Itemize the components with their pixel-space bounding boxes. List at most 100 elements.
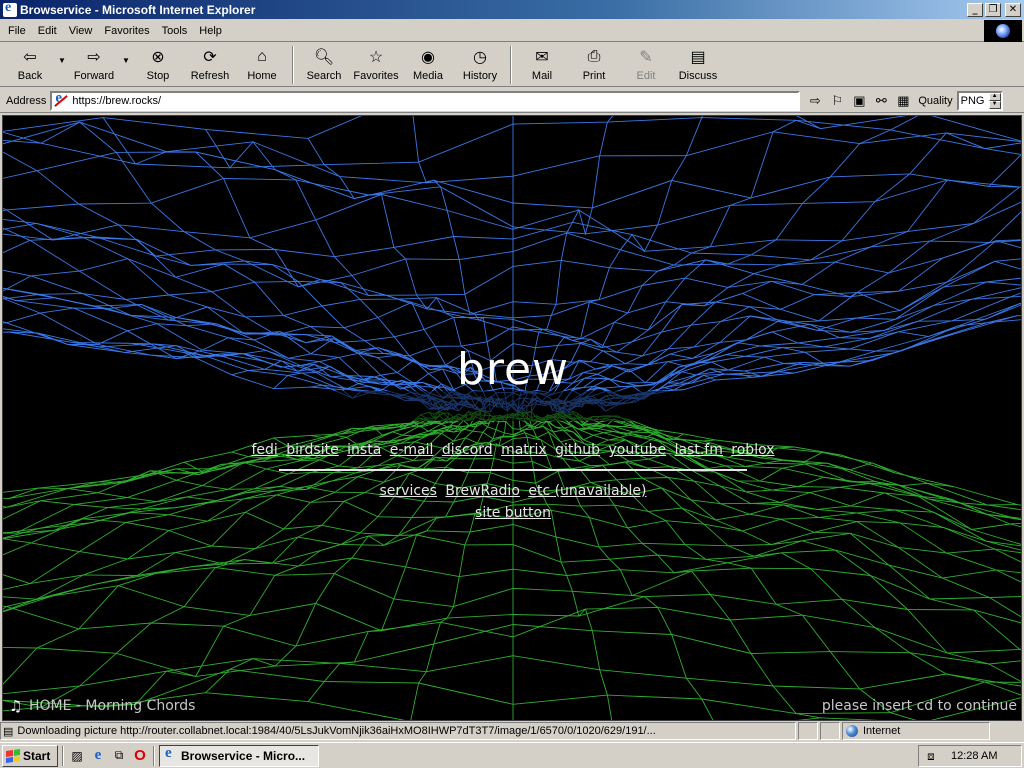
ie-window: Browservice - Microsoft Internet Explore… [0,0,1024,742]
media-icon: ◉ [421,49,435,66]
find-binoculars-icon[interactable]: ⚯ [872,92,890,110]
link-insta[interactable]: insta [347,442,381,458]
forward-dropdown[interactable]: ▼ [120,44,132,86]
maximize-button[interactable]: ❐ [985,2,1001,17]
forward-button[interactable]: ⇨ Forward [68,44,120,86]
wireframe-terrain-background [3,116,1021,720]
system-tray: ⧈ 12:28 AM [918,745,1022,767]
start-button[interactable]: Start [2,744,58,767]
service-links: services BrewRadio etc (unavailable) [3,483,1021,499]
mail-icon: ✉ [535,49,549,66]
edit-button[interactable]: ✎ Edit [620,44,672,86]
address-url: https://brew.rocks/ [72,94,162,107]
back-button[interactable]: ⇦ Back [4,44,56,86]
quality-down-icon[interactable]: ▼ [988,100,1001,109]
link-birdsite[interactable]: birdsite [286,442,338,458]
link-lastfm[interactable]: last.fm [675,442,723,458]
ie-launch-icon[interactable]: e [89,747,107,765]
close-button[interactable]: ✕ [1005,2,1021,17]
show-desktop-icon[interactable]: ▨ [68,747,86,765]
history-button[interactable]: ◷ History [454,44,506,86]
status-bar: ▤ Downloading picture http://router.coll… [0,722,1024,740]
refresh-icon: ⟳ [203,49,217,66]
go-arrow-icon[interactable]: ⇨ [806,92,824,110]
back-dropdown[interactable]: ▼ [56,44,68,86]
title-bar[interactable]: Browservice - Microsoft Internet Explore… [0,0,1024,19]
forward-arrow-icon: ⇨ [87,49,101,66]
windows-logo-icon [6,748,20,763]
stop-icon: ⊗ [151,49,165,66]
link-roblox[interactable]: roblox [731,442,774,458]
menu-bar: File Edit View Favorites Tools Help [0,20,1024,42]
favorites-button[interactable]: ☆ Favorites [350,44,402,86]
bookmark-icon[interactable]: ⚐ [828,92,846,110]
address-input[interactable]: https://brew.rocks/ [50,90,801,111]
network-status-icon[interactable]: ⧈ [923,748,939,764]
menu-help[interactable]: Help [193,21,228,41]
media-button[interactable]: ◉ Media [402,44,454,86]
link-email[interactable]: e-mail [390,442,434,458]
quality-value: PNG [960,94,985,107]
link-etc[interactable]: etc (unavailable) [528,483,646,499]
link-discord[interactable]: discord [442,442,493,458]
standard-toolbar: ⇦ Back ▼ ⇨ Forward ▼ ⊗ Stop ⟳ Refresh ⌂ … [0,43,1024,87]
print-button[interactable]: ⎙ Print [568,44,620,86]
history-icon: ◷ [473,49,487,66]
ie-throbber [984,20,1022,42]
toolbar-separator [510,46,512,84]
globe-icon [996,24,1010,38]
favorites-icon: ☆ [368,49,384,66]
menu-edit[interactable]: Edit [32,21,63,41]
status-cell-empty [798,722,818,740]
insert-cd-text: please insert cd to continue [821,698,1017,714]
page-content: brew fedi birdsite insta e-mail discord … [2,115,1022,721]
quick-launch: ▨ e ⧉ O [68,747,149,765]
menu-file[interactable]: File [2,21,32,41]
minimize-button[interactable]: _ [967,2,983,17]
divider [279,469,747,471]
save-page-icon[interactable]: ▣ [850,92,868,110]
link-site-button[interactable]: site button [475,505,551,521]
internet-globe-icon [846,725,858,737]
discuss-button[interactable]: ▤ Discuss [672,44,724,86]
taskbar: Start ▨ e ⧉ O Browservice - Micro... ⧈ 1… [0,742,1024,768]
mail-button[interactable]: ✉ Mail [516,44,568,86]
link-github[interactable]: github [555,442,600,458]
link-brewradio[interactable]: BrewRadio [445,483,519,499]
home-icon: ⌂ [257,48,267,65]
quality-up-icon[interactable]: ▲ [988,92,1001,101]
search-button[interactable]: 🔍︎ Search [298,44,350,86]
link-services[interactable]: services [380,483,437,499]
home-button[interactable]: ⌂ Home [236,44,288,86]
site-button-links: site button [3,505,1021,521]
music-note-icon: ♫ [9,697,23,715]
refresh-button[interactable]: ⟳ Refresh [184,44,236,86]
taskbar-browservice-window[interactable]: Browservice - Micro... [159,744,319,767]
horizon-shadow [3,391,1021,421]
now-playing[interactable]: ♫ HOME - Morning Chords [9,698,195,714]
window-title: Browservice - Microsoft Internet Explore… [20,2,256,17]
now-playing-text: HOME - Morning Chords [29,698,196,714]
menu-view[interactable]: View [63,21,99,41]
taskbar-separator [62,745,64,766]
link-matrix[interactable]: matrix [501,442,547,458]
link-fedi[interactable]: fedi [251,442,277,458]
network-icon[interactable]: ⧉ [110,747,128,765]
ie-icon [3,0,17,17]
opera-icon[interactable]: O [131,747,149,765]
clock[interactable]: 12:28 AM [951,750,997,762]
printer-icon: ⎙ [587,48,601,65]
address-bar: Address https://brew.rocks/ ⇨ ⚐ ▣ ⚯ ▦ Qu… [0,89,1024,113]
address-label: Address [6,94,47,107]
menu-favorites[interactable]: Favorites [98,21,155,41]
security-zone: Internet [842,722,990,740]
menu-tools[interactable]: Tools [156,21,194,41]
search-icon: 🔍︎ [313,49,335,66]
quality-label: Quality [918,94,953,107]
clipboard-icon[interactable]: ▦ [894,92,912,110]
social-links: fedi birdsite insta e-mail discord matri… [3,442,1021,458]
page-title: brew [456,344,570,395]
quality-select[interactable]: PNG ▲ ▼ [956,90,1003,111]
stop-button[interactable]: ⊗ Stop [132,44,184,86]
link-youtube[interactable]: youtube [609,442,667,458]
